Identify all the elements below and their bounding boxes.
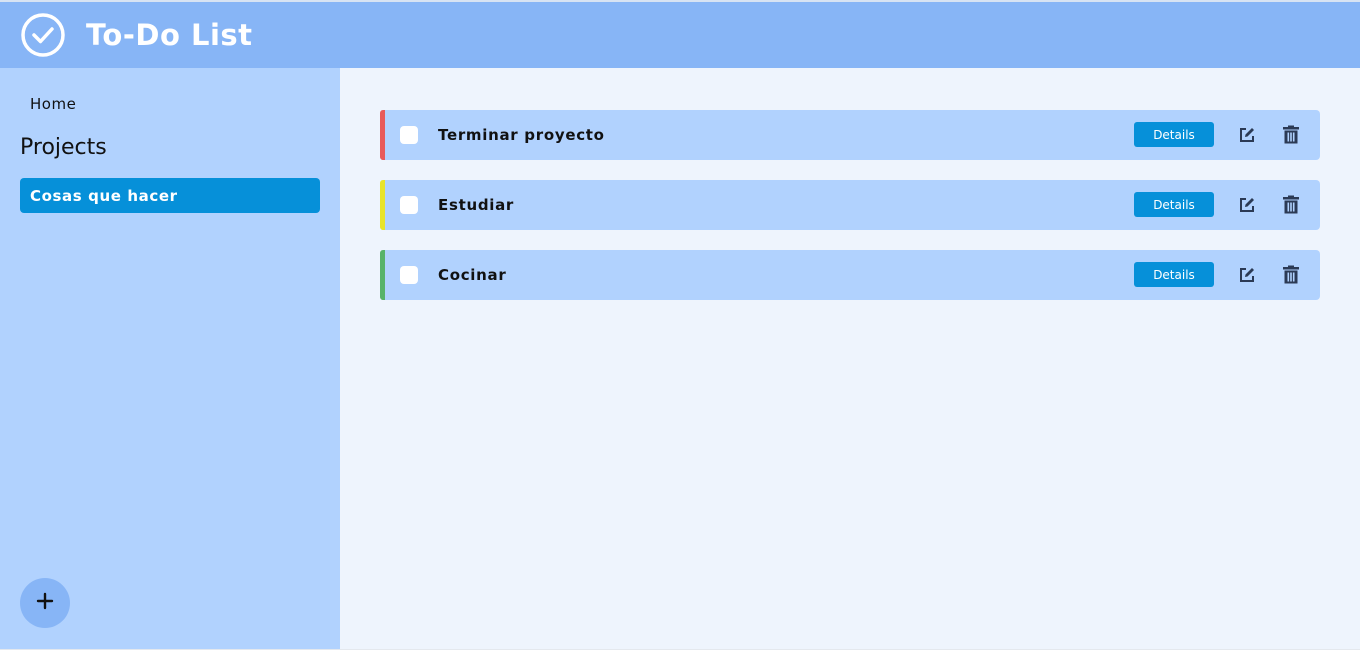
task-title: Terminar proyecto (438, 126, 605, 144)
trash-icon[interactable] (1280, 194, 1302, 216)
task-checkbox[interactable] (400, 266, 418, 284)
task-item: Cocinar Details (380, 250, 1320, 300)
details-button[interactable]: Details (1134, 262, 1214, 287)
task-checkbox[interactable] (400, 126, 418, 144)
app-header: To-Do List (0, 2, 1360, 68)
edit-icon[interactable] (1236, 124, 1258, 146)
task-item: Estudiar Details (380, 180, 1320, 230)
trash-icon[interactable] (1280, 264, 1302, 286)
details-button[interactable]: Details (1134, 192, 1214, 217)
project-item-cosas-que-hacer[interactable]: Cosas que hacer (20, 178, 320, 213)
task-item: Terminar proyecto Details (380, 110, 1320, 160)
projects-heading: Projects (20, 135, 107, 160)
edit-icon[interactable] (1236, 194, 1258, 216)
details-button[interactable]: Details (1134, 122, 1214, 147)
priority-indicator (380, 110, 385, 160)
check-circle-icon (20, 12, 66, 58)
priority-indicator (380, 250, 385, 300)
task-list: Terminar proyecto Details Estudiar Detai… (340, 68, 1360, 650)
sidebar: Home Projects Cosas que hacer (0, 68, 340, 650)
sidebar-item-home[interactable]: Home (30, 95, 76, 113)
plus-icon (35, 591, 55, 615)
task-checkbox[interactable] (400, 196, 418, 214)
task-title: Cocinar (438, 266, 507, 284)
add-project-button[interactable] (20, 578, 70, 628)
priority-indicator (380, 180, 385, 230)
trash-icon[interactable] (1280, 124, 1302, 146)
app-title: To-Do List (86, 18, 253, 52)
task-title: Estudiar (438, 196, 515, 214)
edit-icon[interactable] (1236, 264, 1258, 286)
